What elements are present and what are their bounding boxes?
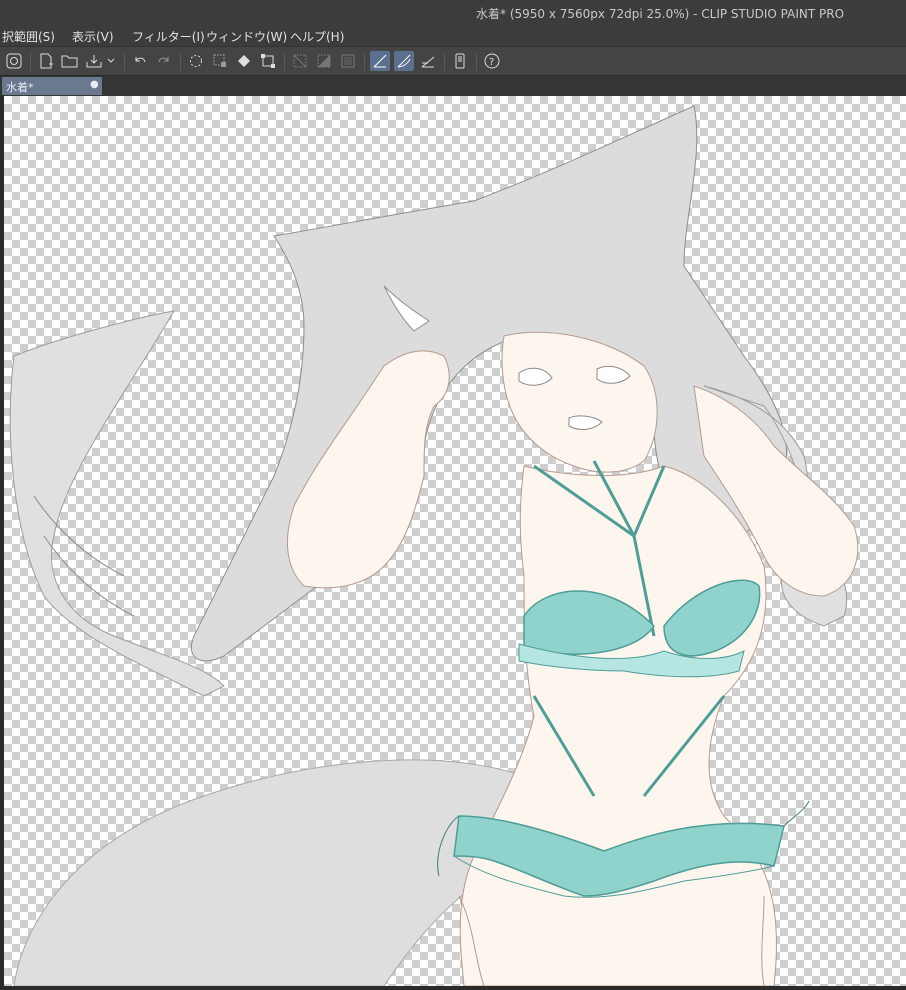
selection-icon[interactable] — [210, 51, 230, 71]
document-tab-label: 水着* — [6, 81, 34, 94]
undo-icon[interactable] — [130, 51, 150, 71]
menu-item-window[interactable]: ウィンドウ(W) — [206, 28, 287, 45]
snap-special-ruler-icon[interactable] — [394, 51, 414, 71]
window-title: 水着* (5950 x 7560px 72dpi 25.0%) - CLIP S… — [476, 7, 845, 21]
drawing-canvas[interactable] — [4, 96, 906, 987]
snap-ruler-icon[interactable] — [370, 51, 390, 71]
loading-spinner-icon[interactable] — [186, 51, 206, 71]
artwork — [9, 105, 859, 987]
menu-item-help[interactable]: ヘルプ(H) — [290, 28, 344, 45]
command-bar: ? — [0, 46, 906, 76]
modified-indicator-icon: ● — [90, 79, 99, 90]
menu-item-view[interactable]: 表示(V) — [72, 28, 114, 45]
help-icon[interactable]: ? — [482, 51, 502, 71]
canvas-area[interactable] — [0, 96, 906, 987]
open-file-icon[interactable] — [60, 51, 80, 71]
invert-selection-icon[interactable] — [314, 51, 334, 71]
menu-bar: 択範囲(S) 表示(V) フィルター(I) ウィンドウ(W) ヘルプ(H) — [0, 24, 906, 46]
svg-text:?: ? — [489, 57, 494, 68]
menu-item-selection[interactable]: 択範囲(S) — [2, 28, 55, 45]
redo-icon[interactable] — [154, 51, 174, 71]
clip-studio-logo-icon[interactable] — [4, 51, 24, 71]
dropdown-chevron-icon[interactable] — [104, 51, 118, 71]
show-selection-icon[interactable] — [338, 51, 358, 71]
new-file-icon[interactable] — [36, 51, 56, 71]
tablet-icon[interactable] — [450, 51, 470, 71]
document-tab-bar: 水着* ● — [0, 76, 906, 96]
transform-icon[interactable] — [258, 51, 278, 71]
export-icon[interactable] — [84, 51, 104, 71]
snap-grid-icon[interactable] — [418, 51, 438, 71]
title-bar: 水着* (5950 x 7560px 72dpi 25.0%) - CLIP S… — [0, 0, 906, 24]
menu-item-filter[interactable]: フィルター(I) — [132, 28, 205, 45]
document-tab[interactable]: 水着* ● — [2, 77, 102, 95]
clear-selection-icon[interactable] — [290, 51, 310, 71]
fill-icon[interactable] — [234, 51, 254, 71]
